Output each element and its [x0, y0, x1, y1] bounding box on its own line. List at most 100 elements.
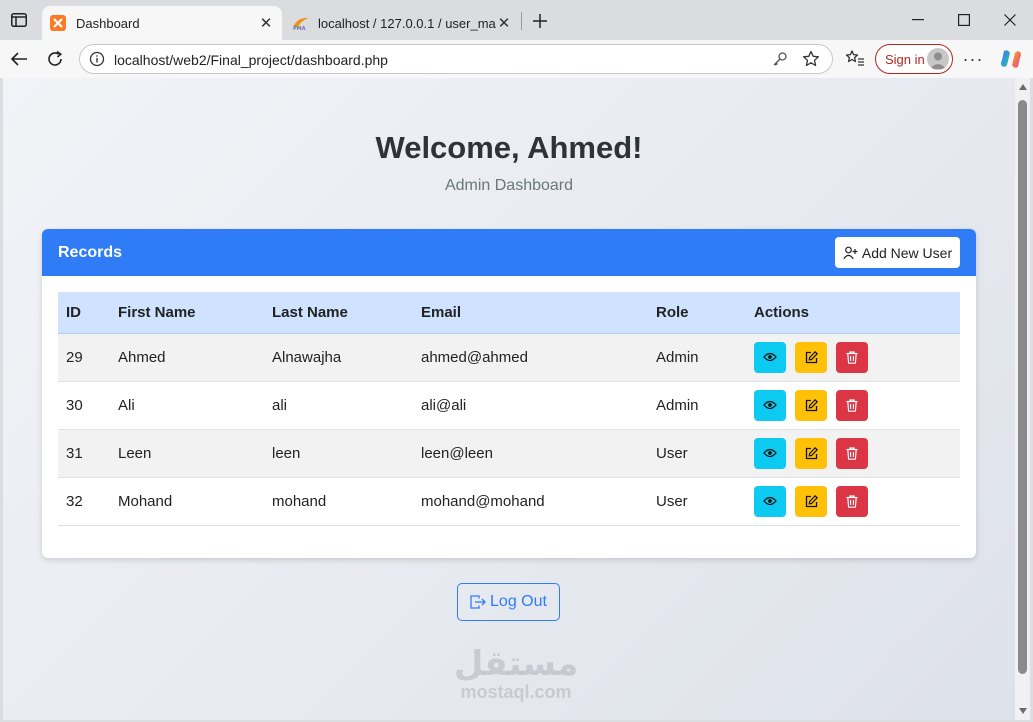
page-title: Welcome, Ahmed!: [375, 130, 643, 165]
trash-icon: [846, 494, 858, 508]
favorite-star-icon[interactable]: [802, 50, 820, 68]
svg-text:PMA: PMA: [293, 26, 306, 31]
table-header-row: ID First Name Last Name Email Role Actio…: [58, 292, 960, 334]
more-options-icon[interactable]: ···: [962, 49, 984, 69]
column-header-id: ID: [58, 292, 110, 334]
window-close-icon[interactable]: [995, 8, 1025, 32]
cell-last-name: leen: [272, 444, 301, 462]
edit-button[interactable]: [795, 485, 827, 517]
log-out-button[interactable]: Log Out: [457, 583, 560, 621]
cell-id: 32: [66, 492, 83, 510]
copilot-icon[interactable]: [999, 47, 1023, 71]
column-header-role: Role: [648, 292, 746, 334]
eye-icon: [763, 352, 777, 362]
cell-last-name: Alnawajha: [272, 348, 342, 366]
new-tab-icon[interactable]: [528, 9, 552, 33]
address-bar[interactable]: localhost/web2/Final_project/dashboard.p…: [79, 44, 833, 74]
view-button[interactable]: [754, 485, 786, 517]
site-info-icon[interactable]: [89, 51, 105, 67]
trash-icon: [846, 446, 858, 460]
edit-button[interactable]: [795, 437, 827, 469]
browser-toolbar: localhost/web2/Final_project/dashboard.p…: [0, 40, 1033, 78]
sidebar-toggle-icon[interactable]: [8, 10, 30, 30]
table-row: 29 Ahmed Alnawajha ahmed@ahmed Admin: [58, 333, 960, 381]
trash-icon: [846, 350, 858, 364]
table-row: 31 Leen leen leen@leen User: [58, 429, 960, 477]
minimize-icon[interactable]: [903, 8, 933, 32]
tab-phpmyadmin[interactable]: PMA localhost / 127.0.0.1 / user_manag ✕: [284, 6, 520, 40]
row-actions: [754, 389, 960, 421]
url-text[interactable]: localhost/web2/Final_project/dashboard.p…: [114, 52, 388, 68]
watermark-english: mostaql.com: [460, 682, 572, 702]
mostaql-watermark: مستقل mostaql.com: [451, 646, 581, 702]
page-scrollbar[interactable]: [1015, 78, 1030, 720]
cell-first-name: Leen: [118, 444, 152, 462]
watermark-arabic: مستقل: [453, 644, 579, 684]
tab-separator: [521, 12, 522, 30]
back-arrow-icon[interactable]: [7, 47, 31, 71]
profile-avatar-icon: [927, 48, 949, 70]
column-header-actions: Actions: [746, 292, 960, 334]
eye-icon: [763, 496, 777, 506]
scroll-down-arrow-icon[interactable]: [1019, 708, 1027, 714]
records-card-header: Records Add New User: [42, 229, 976, 276]
cell-id: 29: [66, 348, 83, 366]
cell-last-name: ali: [272, 396, 288, 414]
add-new-user-button[interactable]: Add New User: [835, 237, 960, 268]
view-button[interactable]: [754, 341, 786, 373]
row-actions: [754, 485, 960, 517]
delete-button[interactable]: [836, 389, 868, 421]
person-plus-icon: [843, 246, 858, 259]
view-button[interactable]: [754, 437, 786, 469]
page-subtitle: Admin Dashboard: [444, 177, 574, 194]
cell-email: ahmed@ahmed: [421, 348, 528, 366]
cell-role: Admin: [656, 396, 699, 414]
scrollbar-thumb[interactable]: [1018, 100, 1027, 674]
cell-actions: [746, 381, 960, 429]
add-new-user-label: Add New User: [861, 244, 953, 261]
edit-button[interactable]: [795, 341, 827, 373]
tab-dashboard[interactable]: Dashboard ✕: [42, 6, 282, 40]
scroll-up-arrow-icon[interactable]: [1019, 84, 1027, 90]
reload-icon[interactable]: [43, 47, 67, 71]
cell-role: Admin: [656, 348, 699, 366]
delete-button[interactable]: [836, 485, 868, 517]
pencil-square-icon: [805, 494, 818, 507]
phpmyadmin-favicon-icon: PMA: [292, 15, 308, 32]
cell-first-name: Ali: [118, 396, 135, 414]
sign-in-button[interactable]: Sign in: [875, 44, 953, 74]
cell-role: User: [656, 492, 688, 510]
close-tab-icon[interactable]: ✕: [258, 15, 274, 32]
favorites-list-icon[interactable]: [845, 49, 865, 69]
close-tab-icon[interactable]: ✕: [496, 15, 512, 32]
cell-actions: [746, 333, 960, 381]
delete-button[interactable]: [836, 437, 868, 469]
pencil-square-icon: [805, 350, 818, 363]
xampp-favicon-icon: [50, 15, 66, 31]
eye-icon: [763, 448, 777, 458]
cell-email: ali@ali: [421, 396, 467, 414]
key-icon[interactable]: [772, 51, 788, 67]
table-row: 30 Ali ali ali@ali Admin: [58, 381, 960, 429]
cell-last-name: mohand: [272, 492, 327, 510]
eye-icon: [763, 400, 777, 410]
page-viewport: Welcome, Ahmed! Admin Dashboard Records …: [3, 78, 1015, 720]
cell-actions: [746, 477, 960, 525]
pencil-square-icon: [805, 398, 818, 411]
cell-email: mohand@mohand: [421, 492, 545, 510]
column-header-email: Email: [413, 292, 648, 334]
row-actions: [754, 437, 960, 469]
box-arrow-right-icon: [470, 595, 486, 609]
column-header-last-name: Last Name: [264, 292, 413, 334]
records-table: ID First Name Last Name Email Role Actio…: [58, 292, 960, 526]
cell-first-name: Ahmed: [118, 348, 166, 366]
edit-button[interactable]: [795, 389, 827, 421]
delete-button[interactable]: [836, 341, 868, 373]
cell-actions: [746, 429, 960, 477]
column-header-first-name: First Name: [110, 292, 264, 334]
view-button[interactable]: [754, 389, 786, 421]
records-card: Records Add New User ID First Name Last …: [42, 229, 976, 558]
table-row: 32 Mohand mohand mohand@mohand User: [58, 477, 960, 525]
maximize-icon[interactable]: [949, 8, 979, 32]
log-out-label: Log Out: [490, 593, 547, 610]
